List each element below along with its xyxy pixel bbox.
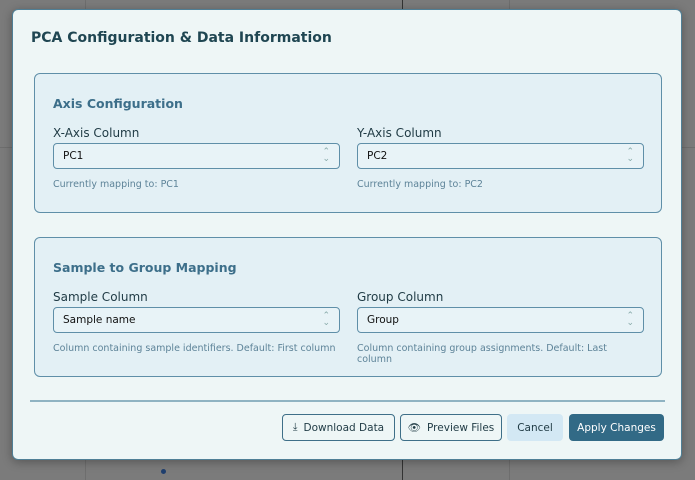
x-axis-label: X-Axis Column: [53, 126, 140, 140]
cancel-button[interactable]: Cancel: [507, 414, 563, 441]
button-label: Apply Changes: [577, 421, 656, 434]
select-value: PC2: [367, 150, 388, 162]
button-label: Preview Files: [427, 421, 495, 434]
select-value: Sample name: [63, 314, 136, 326]
chevron-updown-icon: ⌃ ⌄: [322, 311, 330, 328]
divider: [30, 400, 665, 402]
apply-changes-button[interactable]: Apply Changes: [569, 414, 664, 441]
chevron-updown-icon: ⌃ ⌄: [322, 147, 330, 164]
sample-column-label: Sample Column: [53, 290, 148, 304]
select-value: Group: [367, 314, 399, 326]
section-title: Sample to Group Mapping: [53, 260, 237, 275]
group-column-field: Group Column Group ⌃ ⌄ Column containing g…: [357, 290, 644, 365]
y-axis-label: Y-Axis Column: [357, 126, 442, 140]
sample-group-mapping-section: Sample to Group Mapping Sample Column Sa…: [34, 237, 662, 377]
y-axis-select[interactable]: PC2 ⌃ ⌄: [357, 143, 644, 169]
button-label: Download Data: [303, 421, 385, 434]
plot-point: [161, 469, 166, 474]
download-icon: ⤓: [292, 421, 298, 433]
pca-config-dialog: PCA Configuration & Data Information Axi…: [12, 9, 682, 460]
group-column-hint: Column containing group assignments. Def…: [357, 343, 607, 365]
x-axis-hint: Currently mapping to: PC1: [53, 179, 179, 190]
sample-column-select[interactable]: Sample name ⌃ ⌄: [53, 307, 340, 333]
sample-column-field: Sample Column Sample name ⌃ ⌄ Column conta…: [53, 290, 340, 354]
x-axis-select[interactable]: PC1 ⌃ ⌄: [53, 143, 340, 169]
sample-column-hint: Column containing sample identifiers. De…: [53, 343, 336, 354]
select-value: PC1: [63, 150, 84, 162]
group-column-select[interactable]: Group ⌃ ⌄: [357, 307, 644, 333]
chevron-updown-icon: ⌃ ⌄: [626, 147, 634, 164]
preview-files-button[interactable]: 👁 Preview Files: [400, 414, 502, 441]
chevron-updown-icon: ⌃ ⌄: [626, 311, 634, 328]
axis-configuration-section: Axis Configuration X-Axis Column PC1 ⌃ ⌄ C…: [34, 73, 662, 213]
y-axis-field: Y-Axis Column PC2 ⌃ ⌄ Currently mapping to…: [357, 126, 644, 190]
group-column-label: Group Column: [357, 290, 444, 304]
y-axis-hint: Currently mapping to: PC2: [357, 179, 483, 190]
button-label: Cancel: [517, 421, 553, 434]
section-title: Axis Configuration: [53, 96, 183, 111]
x-axis-field: X-Axis Column PC1 ⌃ ⌄ Currently mapping to…: [53, 126, 340, 190]
download-data-button[interactable]: ⤓ Download Data: [282, 414, 395, 441]
dialog-title: PCA Configuration & Data Information: [31, 30, 332, 46]
eye-icon: 👁: [407, 422, 422, 434]
